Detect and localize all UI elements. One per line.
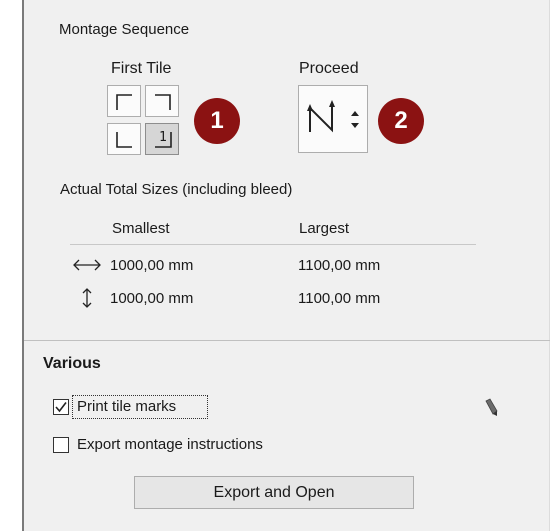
checkmark-icon — [55, 402, 67, 413]
tile-top-right-button[interactable] — [145, 85, 179, 117]
export-montage-instructions-label[interactable]: Export montage instructions — [77, 436, 263, 453]
print-tile-marks-label[interactable]: Print tile marks — [77, 398, 176, 415]
montage-sequence-title: Montage Sequence — [59, 21, 190, 38]
tile-bottom-left-button[interactable] — [107, 123, 141, 155]
width-largest-value: 1100,00 mm — [298, 257, 381, 274]
largest-column-header: Largest — [299, 220, 350, 237]
tile-top-left-button[interactable] — [107, 85, 141, 117]
height-smallest-value: 1000,00 mm — [110, 290, 194, 307]
first-tile-selector: 1 — [107, 85, 183, 157]
print-tile-marks-checkbox[interactable] — [53, 399, 69, 415]
pencil-edit-icon[interactable] — [481, 398, 499, 418]
height-largest-value: 1100,00 mm — [298, 290, 381, 307]
panel-edge — [549, 0, 550, 531]
callout-badge-2: 2 — [378, 98, 424, 144]
export-and-open-button[interactable]: Export and Open — [134, 476, 414, 509]
width-smallest-value: 1000,00 mm — [110, 257, 194, 274]
various-title: Various — [43, 355, 101, 372]
export-montage-instructions-checkbox[interactable] — [53, 437, 69, 453]
section-divider — [24, 340, 550, 341]
tile-number-glyph: 1 — [159, 130, 167, 145]
corner-top-right-icon — [155, 94, 171, 110]
total-sizes-title: Actual Total Sizes (including bleed) — [60, 181, 293, 198]
vertical-arrow-icon — [82, 288, 92, 308]
horizontal-arrow-icon — [73, 259, 101, 271]
proceed-order-dropdown[interactable] — [298, 85, 368, 153]
tile-bottom-right-button[interactable]: 1 — [145, 123, 179, 155]
spinner-arrows-icon — [351, 111, 359, 128]
corner-top-left-icon — [116, 94, 132, 110]
callout-badge-1: 1 — [194, 98, 240, 144]
first-tile-label: First Tile — [111, 60, 172, 77]
corner-bottom-left-icon — [116, 132, 132, 148]
proceed-label: Proceed — [299, 60, 359, 77]
smallest-column-header: Smallest — [112, 220, 170, 237]
sizes-header-divider — [70, 244, 476, 245]
